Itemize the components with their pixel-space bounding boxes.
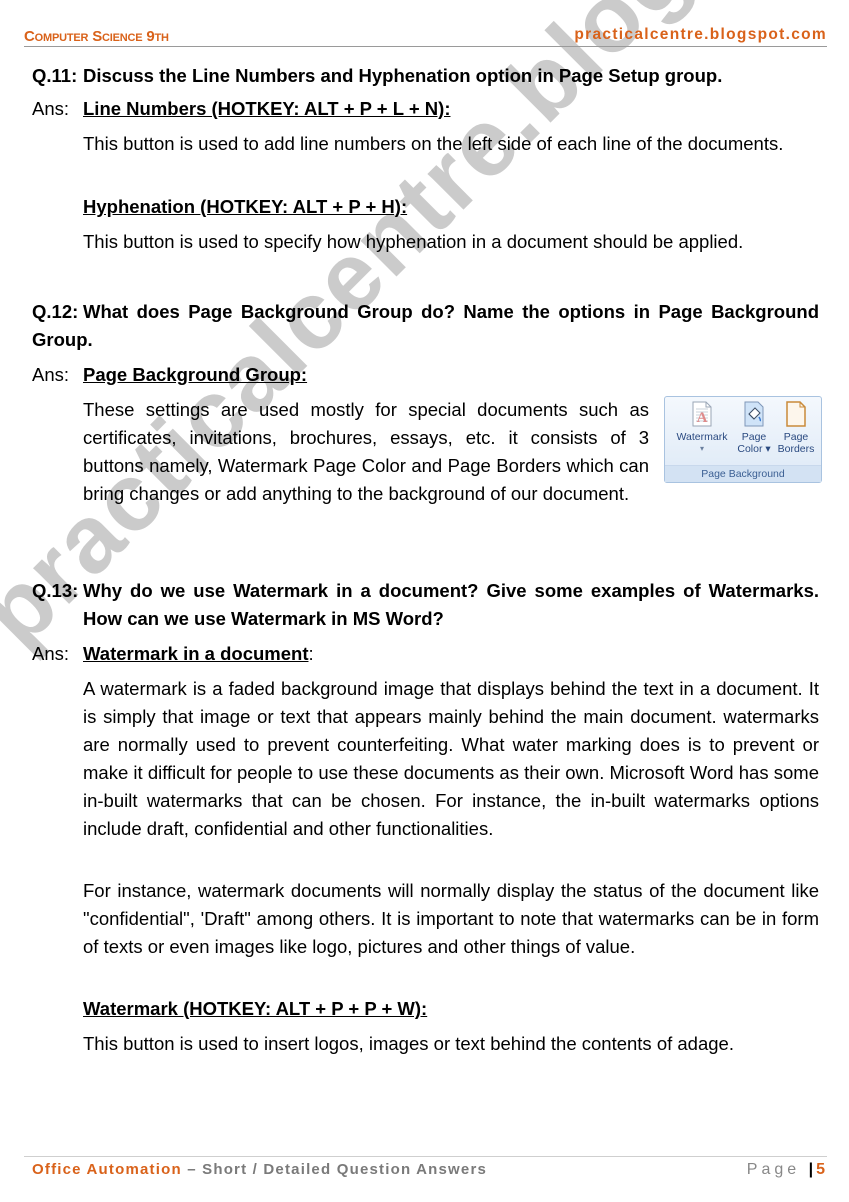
ribbon-watermark-label: Watermark (676, 431, 728, 443)
question-number: Q.11: (32, 65, 78, 86)
section-text-line-numbers: This button is used to add line numbers … (83, 133, 784, 154)
page-label: Page (746, 1161, 801, 1178)
paragraph-watermark-button: This button is used to insert logos, ima… (83, 1033, 734, 1054)
header-site-link[interactable]: practicalcentre.blogspot.com (574, 26, 827, 44)
question-11: Q.11: Discuss the Line Numbers and Hyphen… (32, 62, 819, 90)
answer-label: Ans: (32, 98, 70, 119)
section-heading-hyphenation: Hyphenation (HOTKEY: ALT + P + H): (83, 196, 408, 217)
ribbon-group-label: Page Background (665, 465, 821, 482)
svg-text:A: A (697, 410, 708, 426)
watermark-icon: A (692, 401, 712, 427)
question-text: What does Page Background Group do? Name… (32, 301, 819, 350)
ribbon-watermark-button[interactable]: A Watermark ▾ (669, 401, 735, 455)
heading-text: Watermark in a document (83, 643, 309, 664)
section-text-page-background: These settings are used mostly for speci… (83, 399, 649, 504)
question-number: Q.13: (32, 580, 79, 601)
ribbon-page-color-label-1: Page (741, 431, 767, 443)
footer-subtitle: Short / Detailed Question Answers (202, 1161, 488, 1178)
ribbon-page-borders-button[interactable]: Page Borders (773, 401, 819, 455)
section-heading-line-numbers: Line Numbers (HOTKEY: ALT + P + L + N): (83, 98, 451, 119)
question-number: Q.12: (32, 301, 79, 322)
question-text: Discuss the Line Numbers and Hyphenation… (83, 65, 723, 86)
question-12: Q.12: What does Page Background Group do?… (32, 298, 819, 354)
section-heading-watermark-document: Watermark in a document: (83, 643, 314, 665)
ribbon-page-color-button[interactable]: Page Color ▾ (735, 401, 773, 455)
page-footer: Office Automation – Short / Detailed Que… (32, 1161, 827, 1183)
answer-label: Ans: (32, 364, 70, 385)
footer-divider (24, 1156, 827, 1157)
page-background-ribbon-group: A Watermark ▾ Page Color ▾ Page Borders … (664, 396, 822, 483)
dropdown-arrow-icon: ▾ (699, 444, 704, 453)
paragraph-watermark-definition: A watermark is a faded background image … (83, 678, 819, 839)
page-color-icon (744, 401, 764, 427)
section-text-hyphenation: This button is used to specify how hyphe… (83, 231, 744, 252)
footer-dash: – (181, 1161, 203, 1178)
heading-colon: : (308, 643, 314, 664)
page-separator: | (808, 1161, 814, 1178)
section-heading-watermark-hotkey: Watermark (HOTKEY: ALT + P + P + W): (83, 998, 428, 1019)
header-course-title: Computer Science 9th (24, 28, 169, 45)
ribbon-page-borders-label-2: Borders (777, 443, 815, 455)
question-text: Why do we use Watermark in a document? G… (83, 580, 819, 629)
section-heading-page-background: Page Background Group: (83, 364, 308, 385)
ribbon-page-color-label-2: Color ▾ (737, 443, 771, 455)
footer-subject: Office Automation (32, 1161, 182, 1178)
answer-label: Ans: (32, 643, 70, 664)
question-13: Q.13: Why do we use Watermark in a docume… (32, 577, 819, 633)
page-number: 5 (816, 1161, 825, 1178)
page-indicator: Page | 5 (747, 1161, 825, 1179)
page-header: Computer Science 9th practicalcentre.blo… (24, 26, 827, 47)
ribbon-page-borders-label-1: Page (783, 431, 809, 443)
paragraph-watermark-examples: For instance, watermark documents will n… (83, 880, 819, 957)
page-borders-icon (786, 401, 806, 427)
